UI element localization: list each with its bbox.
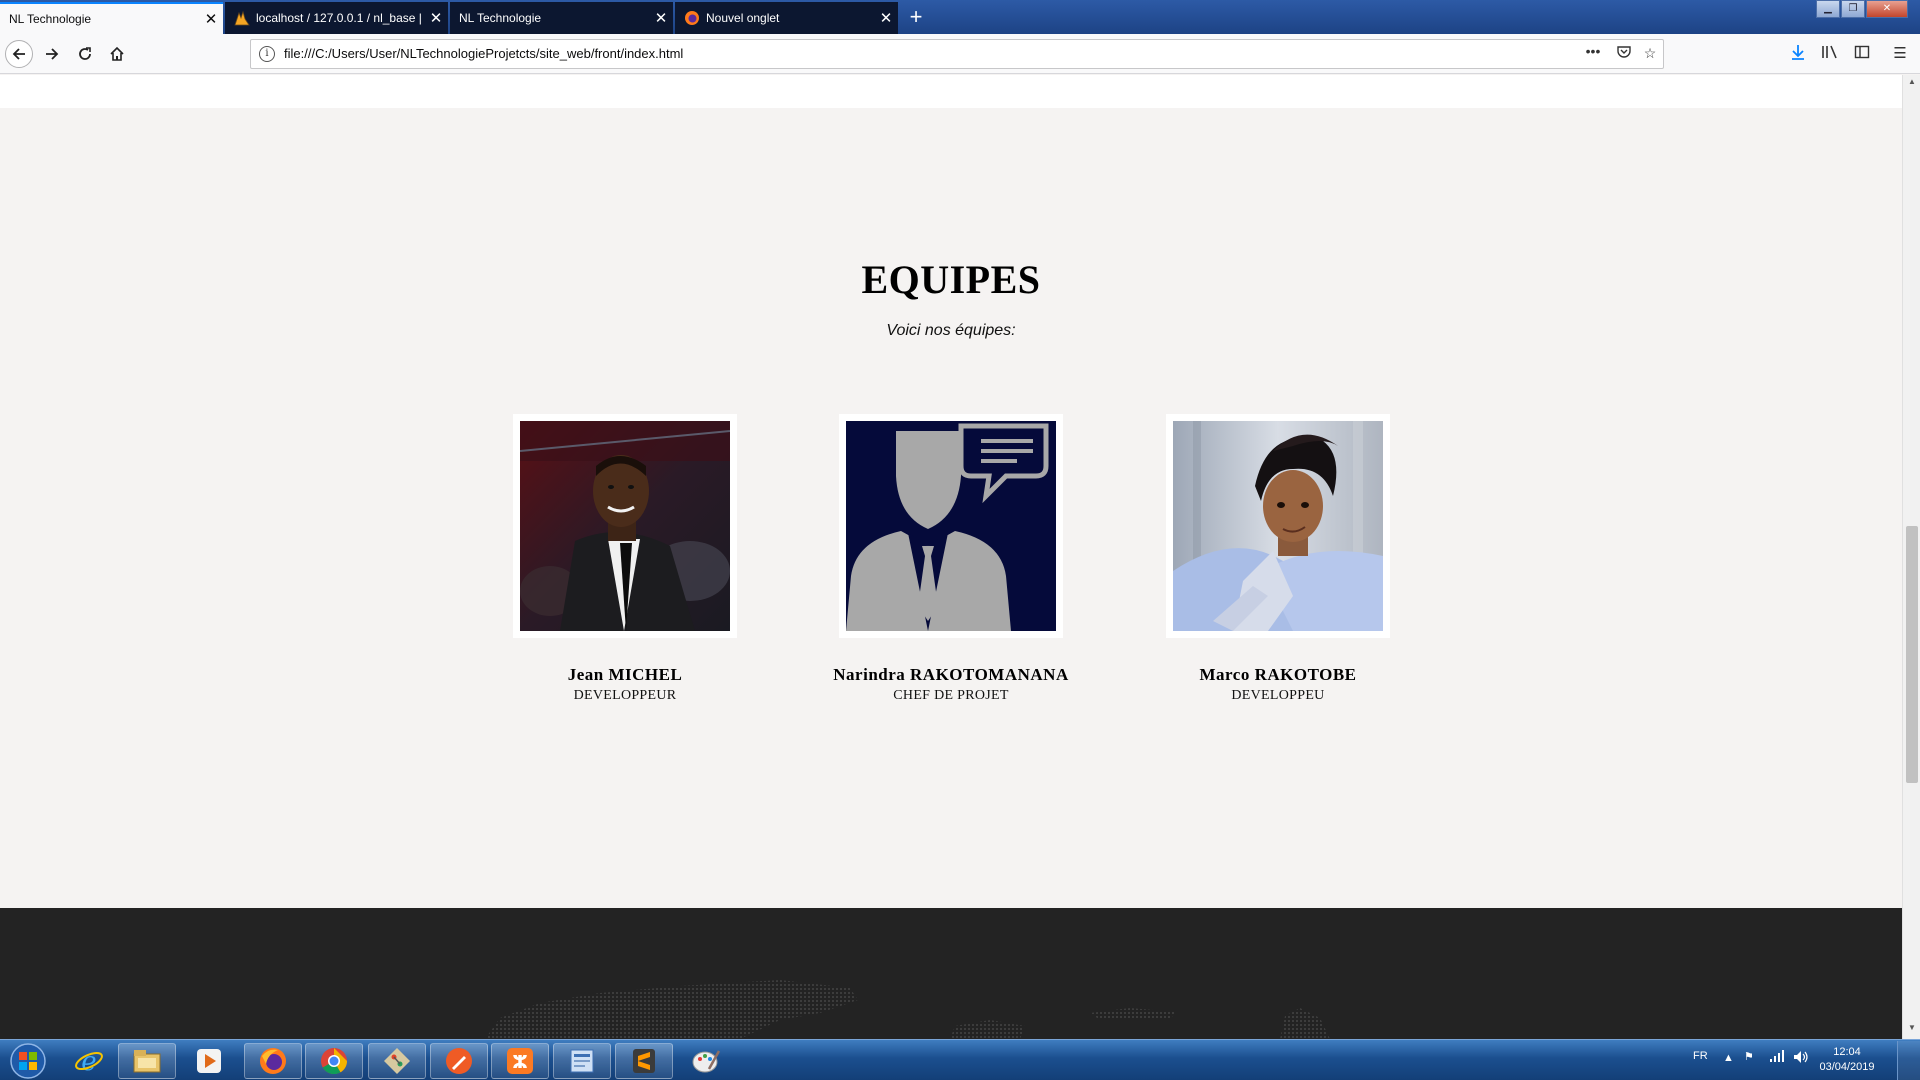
member-name: Jean MICHEL: [567, 665, 683, 684]
action-center-flag-icon[interactable]: ⚑: [1744, 1050, 1754, 1063]
page-content: EQUIPES Voici nos équipes: Jean MICHEL D…: [0, 75, 1902, 1039]
scroll-up-arrow-icon[interactable]: ▲: [1903, 77, 1920, 91]
file-explorer-icon[interactable]: [118, 1043, 176, 1079]
clock-date: 03/04/2019: [1819, 1061, 1875, 1073]
clock-time: 12:04: [1833, 1046, 1861, 1058]
network-signal-icon[interactable]: [1769, 1050, 1785, 1065]
show-hidden-icons-icon[interactable]: ▲: [1723, 1052, 1734, 1064]
close-tab-icon[interactable]: ✕: [874, 9, 898, 27]
scrollbar-thumb[interactable]: [1906, 526, 1918, 783]
page-footer: [0, 908, 1902, 1039]
url-text[interactable]: file:///C:/Users/User/NLTechnologieProje…: [284, 46, 683, 61]
team-member-card: Jean MICHEL DEVELOPPEUR: [475, 414, 775, 704]
member-role: DEVELOPPEU: [1231, 688, 1325, 703]
start-button[interactable]: [4, 1042, 52, 1080]
browser-tabstrip: NL Technologie ✕ localhost / 127.0.0.1 /…: [0, 0, 1920, 34]
restore-button[interactable]: ❐: [1841, 0, 1865, 18]
hamburger-menu-icon[interactable]: ☰: [1889, 44, 1911, 64]
tab-title: Nouvel onglet: [706, 11, 780, 25]
minimize-button[interactable]: ▁: [1816, 0, 1840, 18]
header-strip: [0, 75, 1902, 108]
tab-phpmyadmin[interactable]: localhost / 127.0.0.1 / nl_base | ✕: [225, 2, 448, 34]
section-title: EQUIPES: [861, 257, 1041, 302]
media-player-icon[interactable]: [180, 1043, 238, 1079]
address-bar[interactable]: i file:///C:/Users/User/NLTechnologiePro…: [250, 39, 1664, 69]
svg-text:ⵣ: ⵣ: [512, 1052, 527, 1073]
document-viewer-icon[interactable]: [553, 1043, 611, 1079]
tab-title: localhost / 127.0.0.1 / nl_base |: [256, 11, 422, 25]
member-role: DEVELOPPEUR: [573, 688, 677, 703]
close-window-button[interactable]: ✕: [1866, 0, 1908, 18]
xampp-icon[interactable]: ⵣ: [491, 1043, 549, 1079]
navigation-toolbar: i file:///C:/Users/User/NLTechnologiePro…: [0, 34, 1920, 74]
firefox-icon[interactable]: [244, 1043, 302, 1079]
close-tab-icon[interactable]: ✕: [199, 10, 223, 28]
sidebar-icon[interactable]: [1851, 44, 1873, 64]
forward-button[interactable]: [38, 40, 66, 68]
tab-title: NL Technologie: [459, 11, 542, 25]
windows-taskbar: e ⵣ FR ▲ ⚑ 12:04 03/04/2019: [0, 1039, 1920, 1080]
close-tab-icon[interactable]: ✕: [424, 9, 448, 27]
back-arrow-icon: [12, 48, 25, 60]
new-tab-button[interactable]: +: [904, 4, 928, 30]
home-icon: [110, 46, 124, 61]
internet-explorer-icon[interactable]: e: [60, 1043, 118, 1079]
bookmark-star-icon[interactable]: ☆: [1640, 45, 1660, 62]
member-photo-frame: [839, 414, 1063, 638]
phpmyadmin-icon: [234, 10, 250, 26]
firefox-icon: [684, 10, 700, 26]
world-map-pattern: [485, 980, 1330, 1039]
reload-button[interactable]: [71, 40, 99, 68]
tab-nouvel-onglet[interactable]: Nouvel onglet ✕: [675, 2, 898, 34]
pocket-icon[interactable]: [1614, 45, 1634, 62]
home-button[interactable]: [103, 40, 131, 68]
member-name: Marco RAKOTOBE: [1199, 665, 1357, 684]
person-placeholder-icon: [846, 421, 1056, 631]
forward-arrow-icon: [46, 48, 59, 60]
tab-title: NL Technologie: [9, 12, 92, 26]
back-button[interactable]: [5, 40, 33, 68]
page-scrollbar[interactable]: ▲ ▼: [1902, 75, 1920, 1039]
reload-icon: [79, 47, 91, 60]
sublime-text-icon[interactable]: [615, 1043, 673, 1079]
close-tab-icon[interactable]: ✕: [649, 9, 673, 27]
language-indicator[interactable]: FR: [1693, 1050, 1708, 1062]
library-icon[interactable]: [1819, 44, 1841, 64]
page-actions-icon[interactable]: •••: [1583, 43, 1603, 59]
member-photo-frame: [1166, 414, 1390, 638]
team-member-card: Narindra RAKOTOMANANA CHEF DE PROJET: [801, 414, 1101, 704]
downloads-icon[interactable]: [1787, 44, 1809, 64]
member-name: Narindra RAKOTOMANANA: [833, 665, 1069, 684]
site-info-icon[interactable]: i: [259, 46, 275, 62]
git-icon[interactable]: [368, 1043, 426, 1079]
svg-text:e: e: [81, 1047, 96, 1076]
tab-nl-technologie-2[interactable]: NL Technologie ✕: [450, 2, 673, 34]
system-clock[interactable]: 12:04 03/04/2019: [1812, 1045, 1882, 1075]
paint-icon[interactable]: [677, 1043, 735, 1079]
man-in-suit-photo: [520, 421, 730, 631]
volume-icon[interactable]: [1793, 1050, 1809, 1067]
section-subtitle: Voici nos équipes:: [886, 322, 1016, 339]
team-member-card: Marco RAKOTOBE DEVELOPPEU: [1128, 414, 1428, 704]
postman-icon[interactable]: [430, 1043, 488, 1079]
show-desktop-button[interactable]: [1897, 1041, 1920, 1080]
member-photo-frame: [513, 414, 737, 638]
chrome-icon[interactable]: [305, 1043, 363, 1079]
young-man-photo: [1173, 421, 1383, 631]
member-role: CHEF DE PROJET: [893, 688, 1009, 703]
tab-nl-technologie[interactable]: NL Technologie ✕: [0, 2, 223, 34]
scroll-down-arrow-icon[interactable]: ▼: [1903, 1023, 1920, 1037]
